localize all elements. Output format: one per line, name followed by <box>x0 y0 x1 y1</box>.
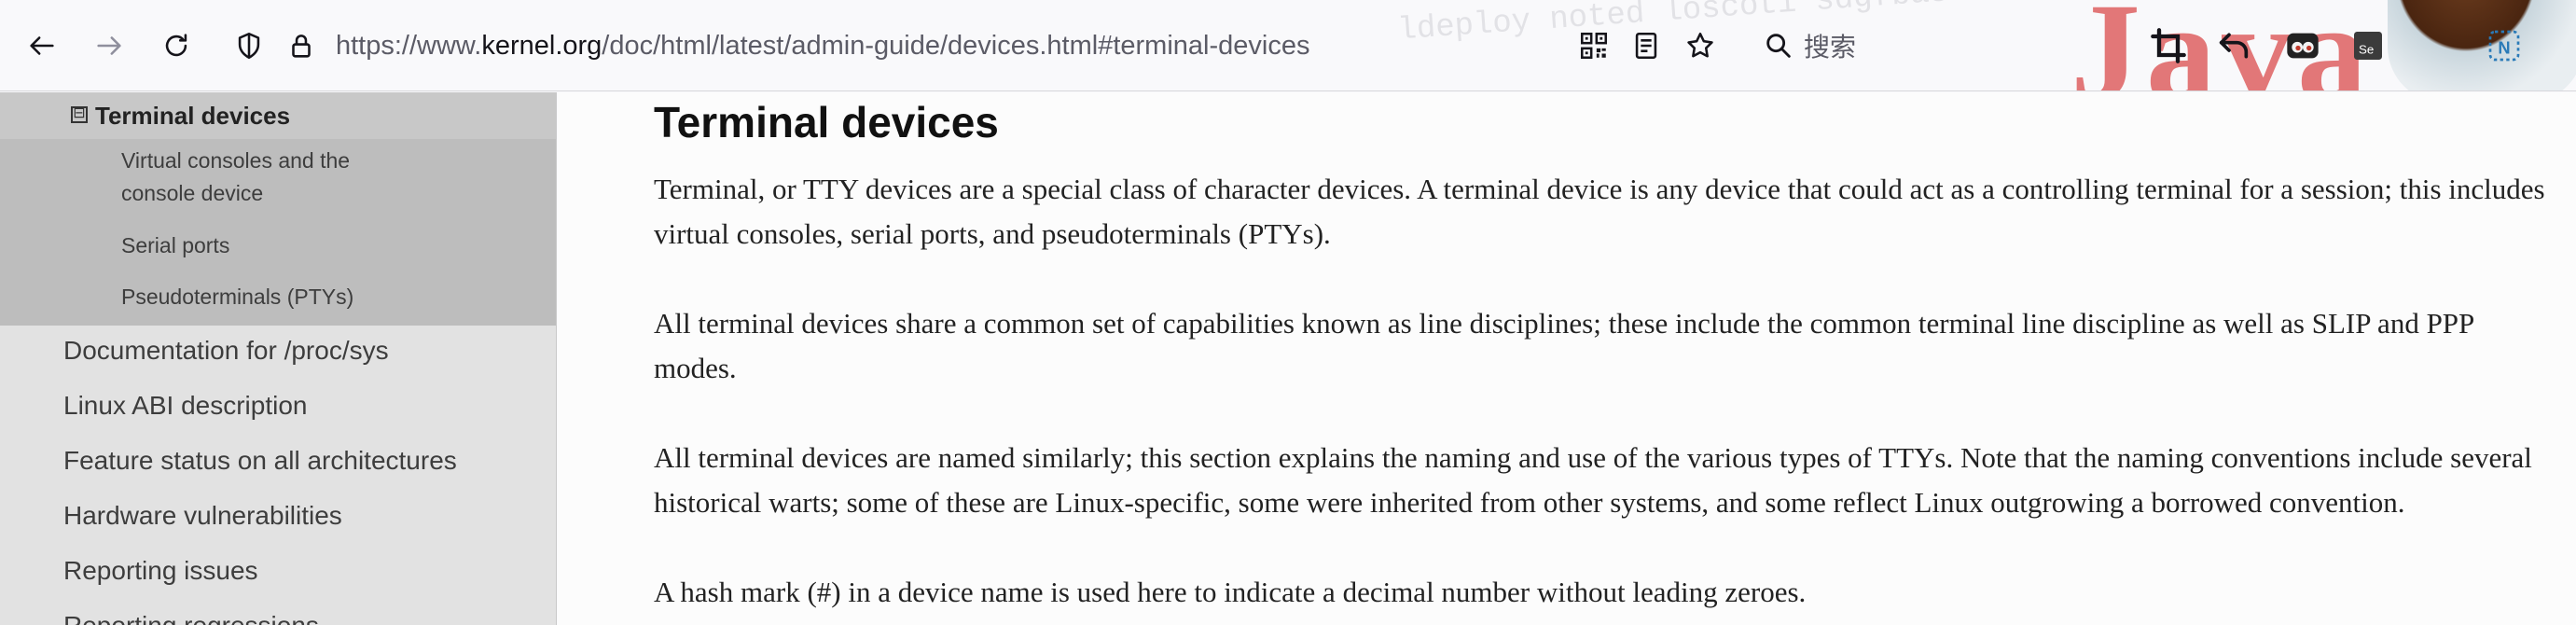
site-info-button[interactable] <box>280 24 323 67</box>
n-extension-button[interactable]: N <box>2481 22 2528 69</box>
sidebar-subitem-label: console device <box>121 181 264 205</box>
sidebar-subitem-label: Virtual consoles and the <box>121 148 351 173</box>
bookmark-button[interactable] <box>1679 24 1722 67</box>
svg-text:Se: Se <box>2359 42 2374 56</box>
back-icon <box>30 36 54 55</box>
lock-icon <box>292 35 311 58</box>
reader-view-icon <box>1635 32 1657 60</box>
svg-text:N: N <box>2498 37 2510 57</box>
undo-button[interactable] <box>2210 22 2257 69</box>
tracking-protection-button[interactable] <box>228 24 270 67</box>
reader-view-button[interactable] <box>1625 24 1668 67</box>
forward-button[interactable] <box>88 24 131 67</box>
sidebar-subsection: Virtual consoles and the console device … <box>0 139 556 326</box>
search-placeholder: 搜索 <box>1804 33 1857 62</box>
browser-toolbar: ldeploy noted loscoti sdgfbas Java https… <box>0 0 2576 91</box>
search-icon <box>1766 34 1791 58</box>
forward-icon <box>97 36 121 55</box>
sidebar-subitem-virtual-consoles[interactable]: Virtual consoles and the console device <box>121 145 350 210</box>
eyes-extension-button[interactable] <box>2279 22 2326 69</box>
sidebar-item-reporting-regressions[interactable]: Reporting regressions <box>63 607 319 625</box>
sidebar-item-reporting-issues[interactable]: Reporting issues <box>63 552 258 590</box>
qr-code-button[interactable] <box>1572 24 1615 67</box>
main-content: Terminal devices Terminal, or TTY device… <box>558 92 2576 625</box>
paragraph: All terminal devices are named similarly… <box>654 441 2532 519</box>
url-domain: kernel.org <box>481 31 602 61</box>
url-prefix: https://www. <box>336 31 482 61</box>
background-decoration: ldeploy noted loscoti sdgfbas <box>1396 0 1950 49</box>
sidebar-item-features[interactable]: Feature status on all architectures <box>63 442 457 479</box>
address-bar[interactable]: https://www.kernel.org/doc/html/latest/a… <box>336 26 1309 65</box>
sidebar-subitem-serial-ports[interactable]: Serial ports <box>121 229 229 262</box>
undo-icon <box>2219 33 2249 59</box>
search-box[interactable]: 搜索 <box>1763 26 1856 65</box>
qr-code-icon <box>1580 32 1608 60</box>
back-button[interactable] <box>21 24 63 67</box>
extension-n-icon: N <box>2488 30 2520 62</box>
collapse-toggle-icon[interactable]: ⊟ <box>71 106 88 123</box>
paragraph: All terminal devices share a common set … <box>654 307 2474 384</box>
paragraph: Terminal, or TTY devices are a special c… <box>654 173 2545 250</box>
bookmark-star-icon <box>1687 32 1713 58</box>
sidebar-item-hw-vuln[interactable]: Hardware vulnerabilities <box>63 497 342 535</box>
sidebar-item-proc-sys[interactable]: Documentation for /proc/sys <box>63 332 389 369</box>
sidebar-current-label: Terminal devices <box>95 102 291 130</box>
screenshot-crop-button[interactable] <box>2145 22 2192 69</box>
selenium-extension-button[interactable]: Se <box>2345 22 2391 69</box>
sidebar-subitem-label: Pseudoterminals (PTYs) <box>121 285 354 309</box>
sidebar-navigation: ⊟ Terminal devices Virtual consoles and … <box>0 92 557 625</box>
sidebar-subitem-pseudoterminals[interactable]: Pseudoterminals (PTYs) <box>121 281 353 313</box>
shield-icon <box>238 32 260 60</box>
paragraph: A hash mark (#) in a device name is used… <box>654 576 1807 608</box>
extension-eyes-icon <box>2287 33 2319 59</box>
reload-button[interactable] <box>155 24 198 67</box>
sidebar-item-terminal-devices[interactable]: ⊟ Terminal devices <box>0 92 556 139</box>
url-path: /doc/html/latest/admin-guide/devices.htm… <box>602 31 1310 61</box>
reload-icon <box>165 34 187 57</box>
crop-icon <box>2151 28 2186 63</box>
sidebar-item-abi[interactable]: Linux ABI description <box>63 387 308 424</box>
page-title: Terminal devices <box>654 98 999 146</box>
sidebar-subitem-label: Serial ports <box>121 233 230 257</box>
selenium-icon: Se <box>2354 32 2382 60</box>
